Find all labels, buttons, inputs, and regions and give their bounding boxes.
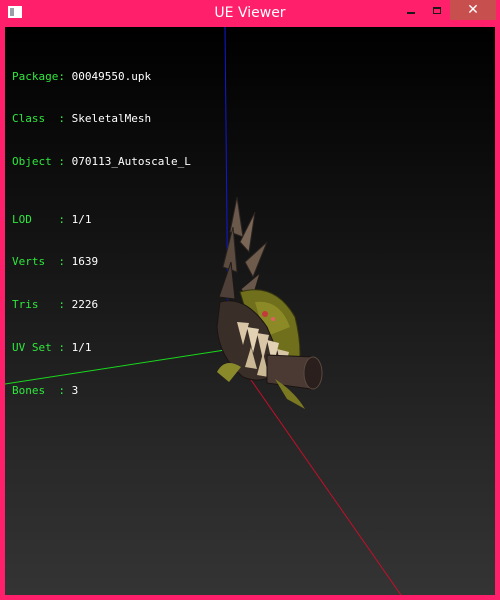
minimize-button[interactable]	[398, 0, 424, 20]
3d-viewport[interactable]: Package: 00049550.upk Class : SkeletalMe…	[5, 27, 495, 595]
close-icon: ✕	[467, 2, 479, 18]
title-bar[interactable]: UE Viewer ✕	[0, 0, 500, 27]
info-row-lod: LOD : 1/1	[12, 213, 191, 227]
info-row-uvset: UV Set : 1/1	[12, 341, 191, 355]
info-row-verts: Verts : 1639	[12, 255, 191, 269]
info-label: Package:	[12, 69, 65, 83]
info-value: 1639	[71, 255, 99, 269]
info-label: Tris :	[12, 298, 65, 312]
x-axis-line	[234, 356, 402, 595]
info-row-tris: Tris : 2226	[12, 298, 191, 312]
info-label: Verts :	[12, 255, 65, 269]
info-value: SkeletalMesh	[71, 112, 152, 126]
ue-viewer-window: UE Viewer ✕ Package: 00049550.upk Class …	[0, 0, 500, 600]
info-label: Class :	[12, 112, 65, 126]
info-value: 1/1	[71, 212, 92, 226]
info-overlay: Package: 00049550.upk Class : SkeletalMe…	[12, 41, 191, 427]
maximize-button[interactable]	[424, 0, 450, 20]
info-row-object: Object : 070113_Autoscale_L	[12, 155, 191, 169]
maximize-icon	[433, 6, 441, 14]
info-label: LOD :	[12, 212, 65, 226]
info-value: 3	[71, 384, 79, 398]
mesh-model	[216, 196, 323, 409]
app-icon[interactable]	[8, 6, 22, 18]
info-label: Object :	[12, 155, 65, 169]
info-row-class: Class : SkeletalMesh	[12, 112, 191, 126]
info-label: Bones :	[12, 384, 65, 398]
minimize-icon	[407, 12, 415, 14]
close-button[interactable]: ✕	[450, 0, 496, 20]
info-value: 1/1	[71, 341, 92, 355]
info-row-bones: Bones : 3	[12, 384, 191, 398]
info-label: UV Set :	[12, 341, 65, 355]
info-row-package: Package: 00049550.upk	[12, 70, 191, 84]
info-value: 2226	[71, 298, 99, 312]
info-value: 070113_Autoscale_L	[71, 155, 191, 169]
info-value: 00049550.upk	[71, 69, 152, 83]
